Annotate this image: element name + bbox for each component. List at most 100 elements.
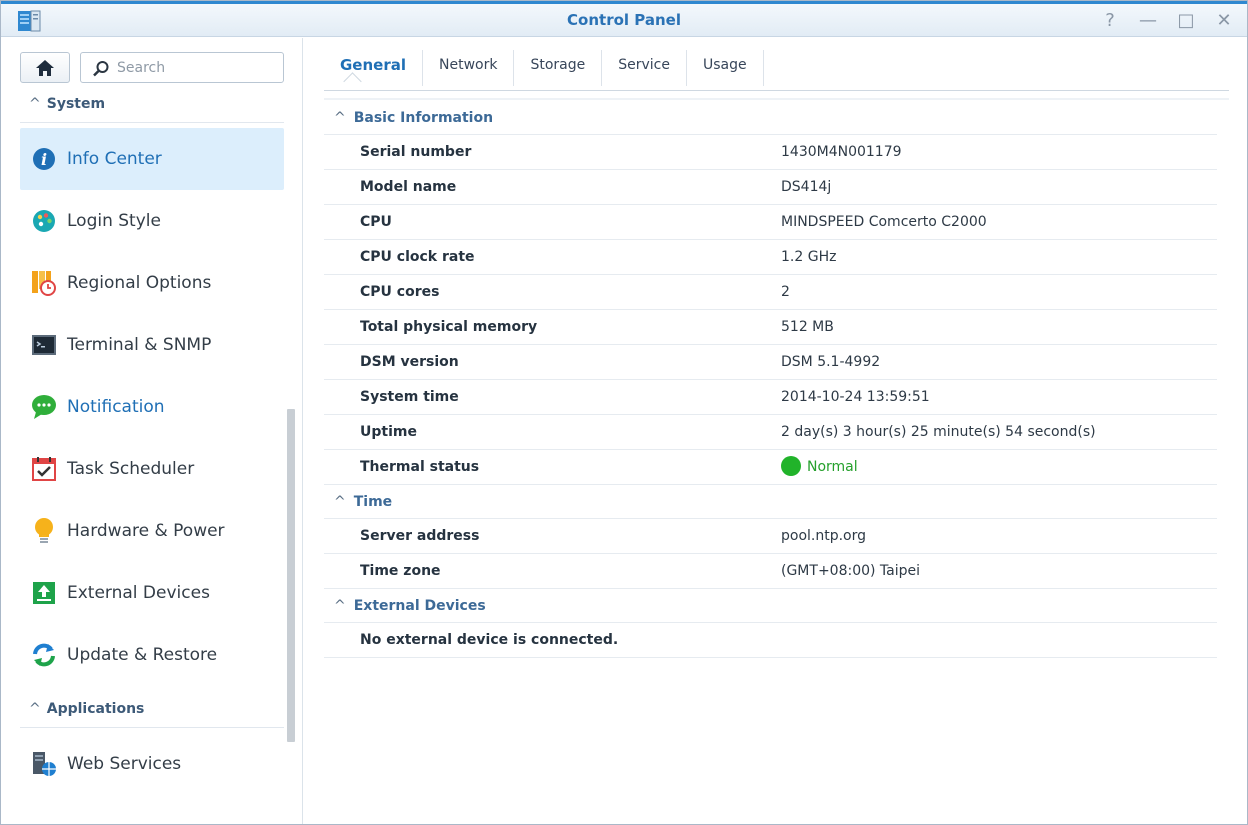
window-title: Control Panel (567, 11, 681, 29)
info-key: CPU cores (360, 284, 440, 300)
tab-general[interactable]: General (324, 50, 423, 86)
sidebar-item-label: Hardware & Power (67, 521, 225, 541)
info-key: Time zone (360, 563, 441, 579)
tab-bar-divider (324, 90, 1229, 91)
search-box[interactable] (80, 52, 284, 83)
sidebar-item-hardware-power[interactable]: Hardware & Power (20, 500, 284, 562)
section-external-devices[interactable]: ^ External Devices (324, 589, 1217, 623)
info-value: 2 day(s) 3 hour(s) 25 minute(s) 54 secon… (781, 424, 1096, 440)
sidebar: ^ System i Info Center Login Style Region… (1, 38, 303, 824)
info-value: DS414j (781, 179, 832, 195)
section-basic-information[interactable]: ^ Basic Information (324, 101, 1217, 135)
palette-icon (30, 207, 58, 235)
info-value: 2 (781, 284, 790, 300)
sidebar-scrollbar[interactable] (287, 409, 295, 742)
section-title: External Devices (353, 598, 486, 614)
sidebar-item-web-services[interactable]: Web Services (20, 733, 284, 795)
info-value: 512 MB (781, 319, 834, 335)
status-ok-icon (781, 455, 801, 476)
thermal-status-value: Normal (781, 450, 858, 484)
title-bar[interactable]: Control Panel ? — □ ✕ (1, 1, 1247, 37)
sidebar-item-label: Regional Options (67, 273, 212, 293)
section-label: System (46, 96, 106, 112)
upload-icon (30, 579, 58, 607)
maximize-icon[interactable]: □ (1177, 10, 1195, 32)
sidebar-item-label: Update & Restore (67, 645, 218, 665)
sidebar-item-terminal-snmp[interactable]: Terminal & SNMP (20, 314, 284, 376)
sidebar-item-notification[interactable]: Notification (20, 376, 284, 438)
lightbulb-icon (30, 517, 58, 545)
chat-bubble-icon (30, 393, 58, 421)
info-row-model-name: Model name DS414j (324, 170, 1217, 205)
sidebar-item-login-style[interactable]: Login Style (20, 190, 284, 252)
sidebar-item-external-devices[interactable]: External Devices (20, 562, 284, 624)
divider (20, 122, 284, 123)
search-icon (93, 61, 109, 77)
info-value: 1430M4N001179 (781, 144, 902, 160)
chevron-up-icon: ^ (334, 494, 346, 510)
info-row-dsm-version: DSM version DSM 5.1-4992 (324, 345, 1217, 380)
sidebar-item-label: Login Style (67, 211, 161, 231)
info-row-cpu-clock-rate: CPU clock rate 1.2 GHz (324, 240, 1217, 275)
info-key: System time (360, 389, 459, 405)
tab-storage[interactable]: Storage (514, 50, 603, 86)
tab-usage[interactable]: Usage (687, 50, 764, 86)
info-row-system-time: System time 2014-10-24 13:59:51 (324, 380, 1217, 415)
home-button[interactable] (20, 52, 70, 83)
section-label: Applications (46, 701, 145, 717)
info-key: DSM version (360, 354, 459, 370)
section-header-system[interactable]: ^ System (29, 96, 105, 116)
empty-message: No external device is connected. (360, 632, 619, 648)
section-title: Time (353, 494, 393, 510)
sidebar-item-label: Terminal & SNMP (67, 335, 212, 355)
info-key: CPU clock rate (360, 249, 475, 265)
info-row-total-physical-memory: Total physical memory 512 MB (324, 310, 1217, 345)
refresh-icon (30, 641, 58, 669)
info-row-uptime: Uptime 2 day(s) 3 hour(s) 25 minute(s) 5… (324, 415, 1217, 450)
info-value: (GMT+08:00) Taipei (781, 563, 921, 579)
tab-network[interactable]: Network (423, 50, 515, 86)
info-key: Total physical memory (360, 319, 538, 335)
info-row-external-message: No external device is connected. (324, 623, 1217, 658)
sidebar-item-update-restore[interactable]: Update & Restore (20, 624, 284, 686)
sidebar-item-info-center[interactable]: i Info Center (20, 128, 284, 190)
help-icon[interactable]: ? (1101, 10, 1119, 32)
calendar-clock-icon (30, 269, 58, 297)
info-row-thermal-status: Thermal status Normal (324, 450, 1217, 485)
sidebar-item-label: Notification (67, 397, 165, 417)
status-text: Normal (807, 459, 858, 475)
section-time[interactable]: ^ Time (324, 485, 1217, 519)
divider (20, 727, 284, 728)
svg-text:i: i (41, 150, 47, 169)
info-value: 1.2 GHz (781, 249, 837, 265)
sidebar-item-regional-options[interactable]: Regional Options (20, 252, 284, 314)
tab-bar-shadow (324, 98, 1229, 100)
info-key: Serial number (360, 144, 472, 160)
sidebar-item-label: Info Center (67, 149, 162, 169)
info-icon: i (30, 145, 58, 173)
section-header-applications[interactable]: ^ Applications (29, 701, 144, 721)
info-row-serial-number: Serial number 1430M4N001179 (324, 135, 1217, 170)
sidebar-item-label: External Devices (67, 583, 210, 603)
calendar-check-icon (30, 455, 58, 483)
info-value: 2014-10-24 13:59:51 (781, 389, 930, 405)
info-key: Uptime (360, 424, 417, 440)
info-key: CPU (360, 214, 392, 230)
search-input[interactable] (117, 57, 277, 79)
minimize-icon[interactable]: — (1139, 10, 1157, 32)
info-key: Thermal status (360, 459, 480, 475)
chevron-up-icon: ^ (29, 96, 41, 112)
section-title: Basic Information (353, 110, 494, 126)
info-value: MINDSPEED Comcerto C2000 (781, 214, 987, 230)
tab-service[interactable]: Service (602, 50, 687, 86)
sidebar-item-task-scheduler[interactable]: Task Scheduler (20, 438, 284, 500)
info-row-cpu: CPU MINDSPEED Comcerto C2000 (324, 205, 1217, 240)
main-content: General Network Storage Service Usage ^ B… (304, 38, 1247, 824)
close-icon[interactable]: ✕ (1215, 10, 1233, 32)
info-key: Server address (360, 528, 480, 544)
window-controls: ? — □ ✕ (1101, 10, 1233, 32)
info-row-time-zone: Time zone (GMT+08:00) Taipei (324, 554, 1217, 589)
chevron-up-icon: ^ (334, 598, 346, 614)
info-value: DSM 5.1-4992 (781, 354, 881, 370)
web-services-icon (30, 750, 58, 778)
